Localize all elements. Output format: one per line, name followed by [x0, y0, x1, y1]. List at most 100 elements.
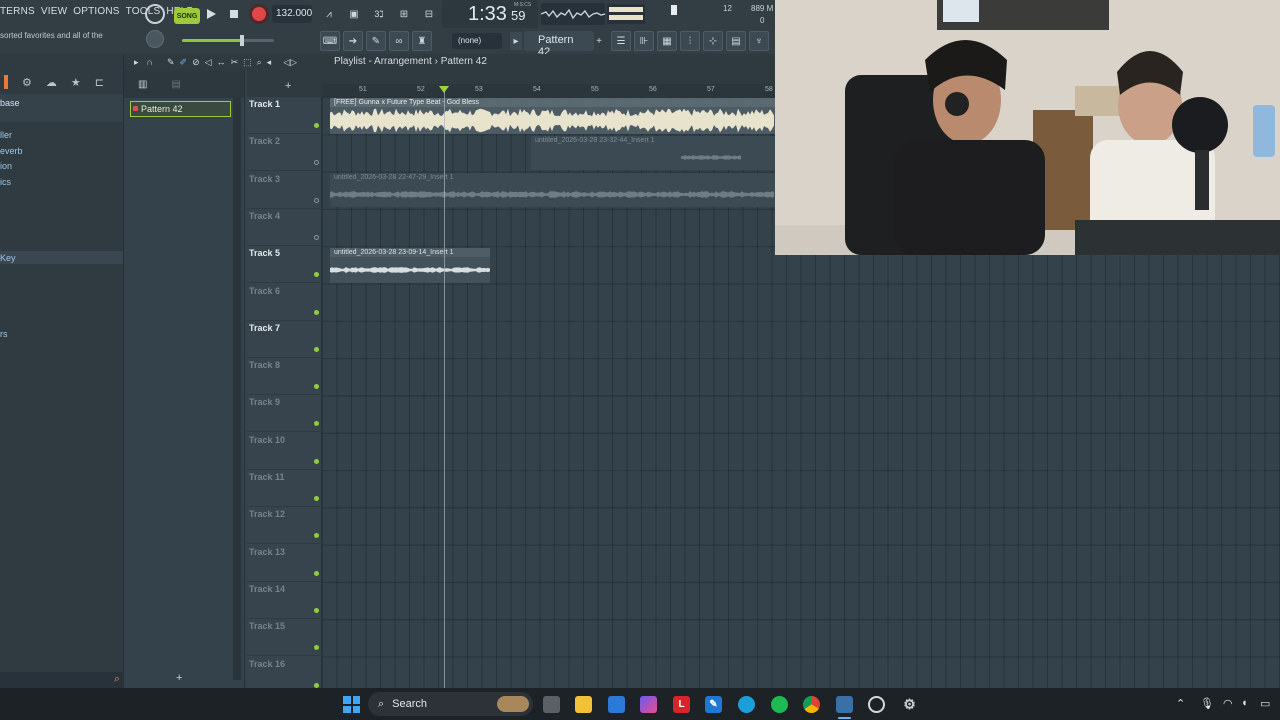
master-volume-slider[interactable] [182, 35, 274, 46]
snap-forward-icon[interactable]: ➔ [343, 31, 363, 51]
track-header[interactable]: Track 2 [247, 134, 322, 172]
browser-item-key[interactable]: Key [0, 253, 16, 263]
add-track-icon[interactable]: + [176, 672, 182, 684]
menu-options[interactable]: OPTIONS [73, 6, 119, 17]
track-mute-led-icon[interactable] [314, 645, 319, 651]
track-mute-led-icon[interactable] [314, 272, 319, 278]
pattern-prev-arrow-icon[interactable]: ▸ [510, 32, 522, 50]
track-header[interactable]: Track 5 [247, 246, 322, 284]
wifi-icon[interactable]: ◠ [1223, 697, 1233, 710]
clip-insert-2309[interactable]: untitled_2026-03-28 23-09-14_Insert 1 [330, 248, 490, 283]
pattern-scrollbar[interactable] [233, 98, 241, 680]
browser-cloud-icon[interactable]: ☁ [46, 76, 57, 89]
track-mute-led-icon[interactable] [314, 496, 319, 501]
track-mute-led-icon[interactable] [314, 682, 319, 688]
audio-clip-icon[interactable]: ▤ [171, 79, 180, 90]
browser-item-ller[interactable]: ller [0, 130, 12, 140]
browser-tag-icon[interactable]: ⊏ [95, 76, 104, 89]
pattern-list-item[interactable]: Pattern 42 [130, 101, 231, 117]
track-header[interactable]: Track 4 [247, 209, 322, 246]
track-header[interactable]: Track 7 [247, 321, 322, 358]
microphone-icon[interactable]: 🎙 [1200, 697, 1214, 710]
add-pattern-icon[interactable]: + [594, 32, 604, 50]
track-header[interactable]: Track 11 [247, 470, 322, 507]
battery-icon[interactable]: ▭ [1260, 697, 1270, 710]
clip-god-bless[interactable]: [FREE] Gunna x Future Type Beat - God Bl… [330, 98, 775, 134]
draw-tool-icon[interactable]: ✎ [167, 57, 175, 68]
sketch-app-icon[interactable]: ✎ [705, 696, 722, 713]
slip-tool-icon[interactable]: ↔ [217, 57, 226, 67]
fl-studio-icon[interactable] [836, 696, 853, 713]
copilot-icon[interactable] [640, 696, 657, 713]
slice-tool-icon[interactable]: ✂ [231, 57, 239, 68]
track-mute-led-icon[interactable] [314, 309, 319, 315]
track-header[interactable]: Track 3 [247, 172, 322, 209]
track-header[interactable]: Track 8 [247, 358, 322, 396]
browser-item-base[interactable]: base [0, 98, 20, 108]
select-tool-icon[interactable]: ⬚ [243, 57, 252, 68]
master-pitch-knob[interactable] [146, 30, 164, 48]
track-header[interactable]: Track 10 [247, 433, 322, 470]
record-button[interactable] [249, 4, 269, 24]
browser-settings-icon[interactable]: ⚙ [22, 76, 32, 89]
song-mode-button[interactable]: SONG [174, 8, 200, 24]
stamp-icon[interactable]: ♜ [412, 31, 432, 51]
tempo-display[interactable]: 132.000 [272, 5, 312, 23]
browser-item-ion[interactable]: ion [0, 161, 12, 171]
start-button[interactable] [343, 696, 360, 713]
mute-tool-icon[interactable]: ◁ [205, 57, 212, 68]
master-volume-knob[interactable] [240, 35, 244, 46]
clip-insert-2332[interactable]: untitled_2026-03-28 23-32-44_Insert 1 [531, 136, 775, 170]
playback-tool-icon[interactable]: ◂ [267, 57, 272, 68]
pin-icon[interactable]: ♆ [749, 31, 769, 51]
clock-app-icon[interactable] [868, 696, 885, 713]
track-mute-led-icon[interactable] [314, 346, 319, 352]
arrangement-nav-icon[interactable]: ◁▷ [283, 57, 297, 68]
menu-view[interactable]: VIEW [41, 6, 67, 17]
track-header[interactable]: Track 1 [247, 97, 322, 134]
track-mute-led-icon[interactable] [314, 458, 319, 464]
link-icon[interactable]: ∞ [389, 31, 409, 51]
countdown-icon[interactable]: 3ℷ [369, 5, 389, 23]
track-mute-led-icon[interactable] [314, 160, 319, 166]
track-mute-led-icon[interactable] [314, 234, 319, 240]
browser-star-icon[interactable]: ★ [71, 76, 81, 89]
browser-item-everb[interactable]: everb [0, 146, 23, 156]
file-explorer-icon[interactable] [575, 696, 592, 713]
paint-tool-icon[interactable]: ✐ [180, 57, 188, 68]
track-mute-led-icon[interactable] [314, 533, 319, 539]
step-edit-icon[interactable]: ⊞ [394, 5, 414, 23]
track-header[interactable]: Track 14 [247, 582, 322, 619]
play-button[interactable] [203, 6, 219, 22]
track-header[interactable]: Track 6 [247, 284, 322, 321]
spotify-icon[interactable] [771, 696, 788, 713]
channel-rack-window-icon[interactable]: ▦ [657, 31, 677, 51]
piano-icon[interactable]: ▥ [138, 79, 147, 90]
track-mute-led-icon[interactable] [314, 384, 319, 390]
mixer-window-icon[interactable]: ⫶ [680, 31, 700, 51]
browser-item-ics[interactable]: ics [0, 177, 11, 187]
typing-keyboard-icon[interactable]: ⌨ [320, 31, 340, 51]
tray-chevron-icon[interactable]: ⌃ [1176, 697, 1185, 710]
stop-button[interactable] [226, 6, 242, 22]
browser-search-icon[interactable]: ⌕ [114, 673, 120, 686]
browser-item-rs[interactable]: rs [0, 329, 8, 339]
chrome-icon[interactable] [803, 696, 820, 713]
track-header[interactable]: Track 9 [247, 395, 322, 433]
settings-icon[interactable]: ⚙ [901, 696, 918, 713]
plugin-picker-icon[interactable]: ⊹ [703, 31, 723, 51]
playlist-menu-arrow-icon[interactable]: ▸ [134, 57, 139, 68]
piano-roll-window-icon[interactable]: ⊪ [634, 31, 654, 51]
track-mute-led-icon[interactable] [314, 570, 319, 576]
browser-back-icon[interactable] [4, 75, 8, 89]
playlist-window-icon[interactable]: ☰ [611, 31, 631, 51]
track-mute-led-icon[interactable] [314, 421, 319, 427]
snap-selector[interactable]: (none) [452, 33, 502, 49]
blend-notes-icon[interactable]: ⊟ [419, 5, 439, 23]
store-icon[interactable] [608, 696, 625, 713]
breadcrumb-pattern[interactable]: Pattern 42 [441, 56, 487, 67]
menu-patterns[interactable]: TERNS [0, 6, 35, 17]
pat-song-toggle-icon[interactable] [145, 4, 165, 24]
track-mute-led-icon[interactable] [314, 197, 319, 203]
magic-brush-icon[interactable]: ✎ [366, 31, 386, 51]
